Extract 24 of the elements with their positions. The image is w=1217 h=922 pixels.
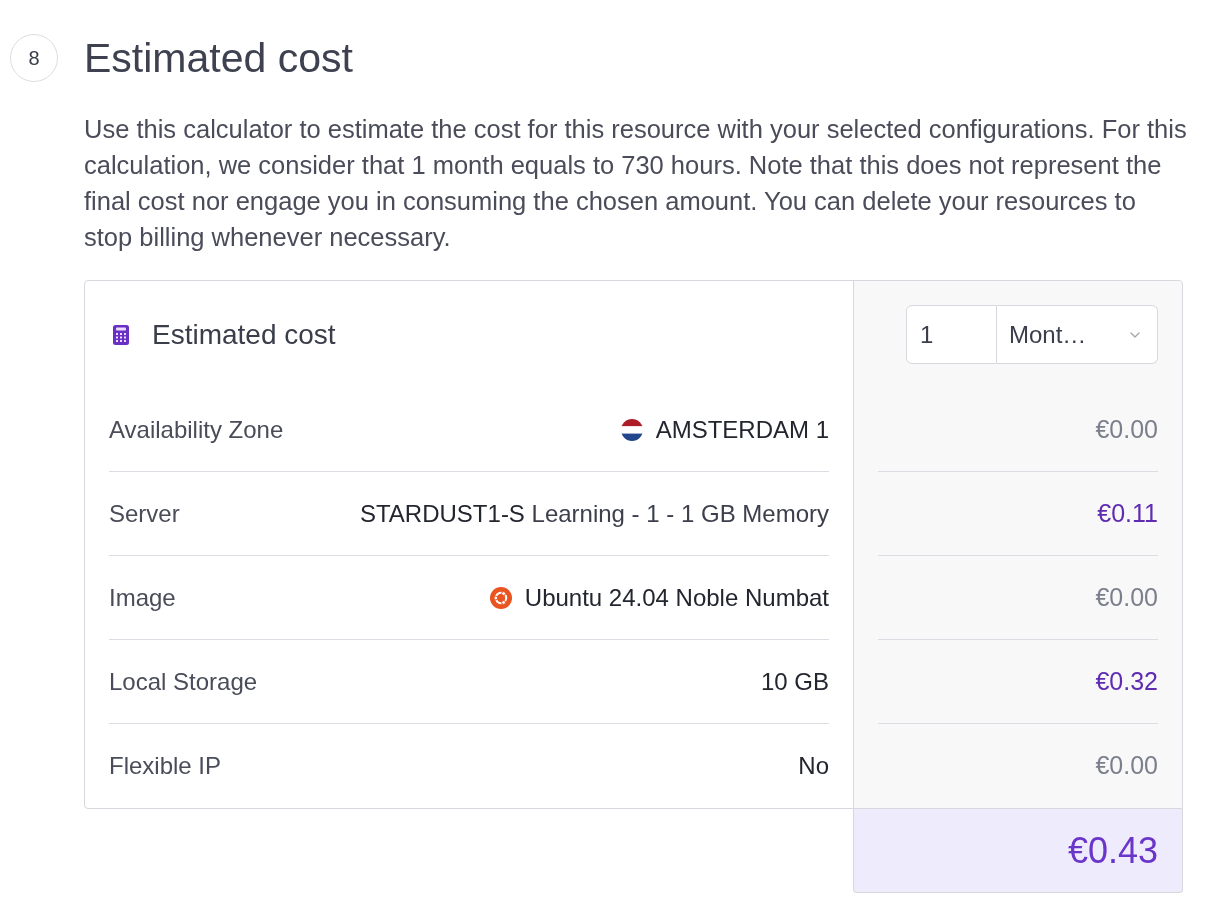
row-value: No [798, 751, 829, 781]
description-paragraph: Use this calculator to estimate the cost for this resource with your selected configurations. For this calculation, we consider that 1 month equals to 730 hours. Note that this does not represent the final cost nor engage you in consuming the chosen amount. You can delete your resources to stop billing whenever necessary. [84, 114, 1188, 253]
row-value: Ubuntu 24.04 Noble Numbat [524, 582, 829, 613]
card-title: Estimated cost [152, 317, 336, 352]
row-label: Local Storage [109, 666, 258, 697]
row-price: €0.00 [1095, 750, 1158, 782]
row-label: Flexible IP [109, 751, 222, 781]
row-price: €0.00 [1095, 581, 1158, 613]
row-value: AMSTERDAM 1 [655, 414, 829, 445]
row-value: 10 GB [760, 666, 829, 697]
row-label: Server [109, 498, 180, 529]
period-unit-select[interactable]: Mont… [997, 305, 1158, 364]
row-label: Image [109, 582, 176, 613]
ubuntu-logo-icon [489, 586, 512, 609]
row-price: €0.11 [1097, 497, 1158, 529]
row-label: Availability Zone [109, 414, 284, 445]
row-value: STARDUST1-S Learning - 1 - 1 GB Memory [359, 498, 829, 529]
section-heading: Estimated cost [84, 34, 353, 82]
calculator-icon [113, 324, 129, 345]
row-price: €0.32 [1095, 665, 1158, 697]
netherlands-flag-icon [620, 418, 643, 441]
total-price: €0.43 [1067, 828, 1158, 873]
row-price: €0.00 [1095, 413, 1158, 445]
period-amount-input[interactable]: 1 [906, 305, 997, 364]
